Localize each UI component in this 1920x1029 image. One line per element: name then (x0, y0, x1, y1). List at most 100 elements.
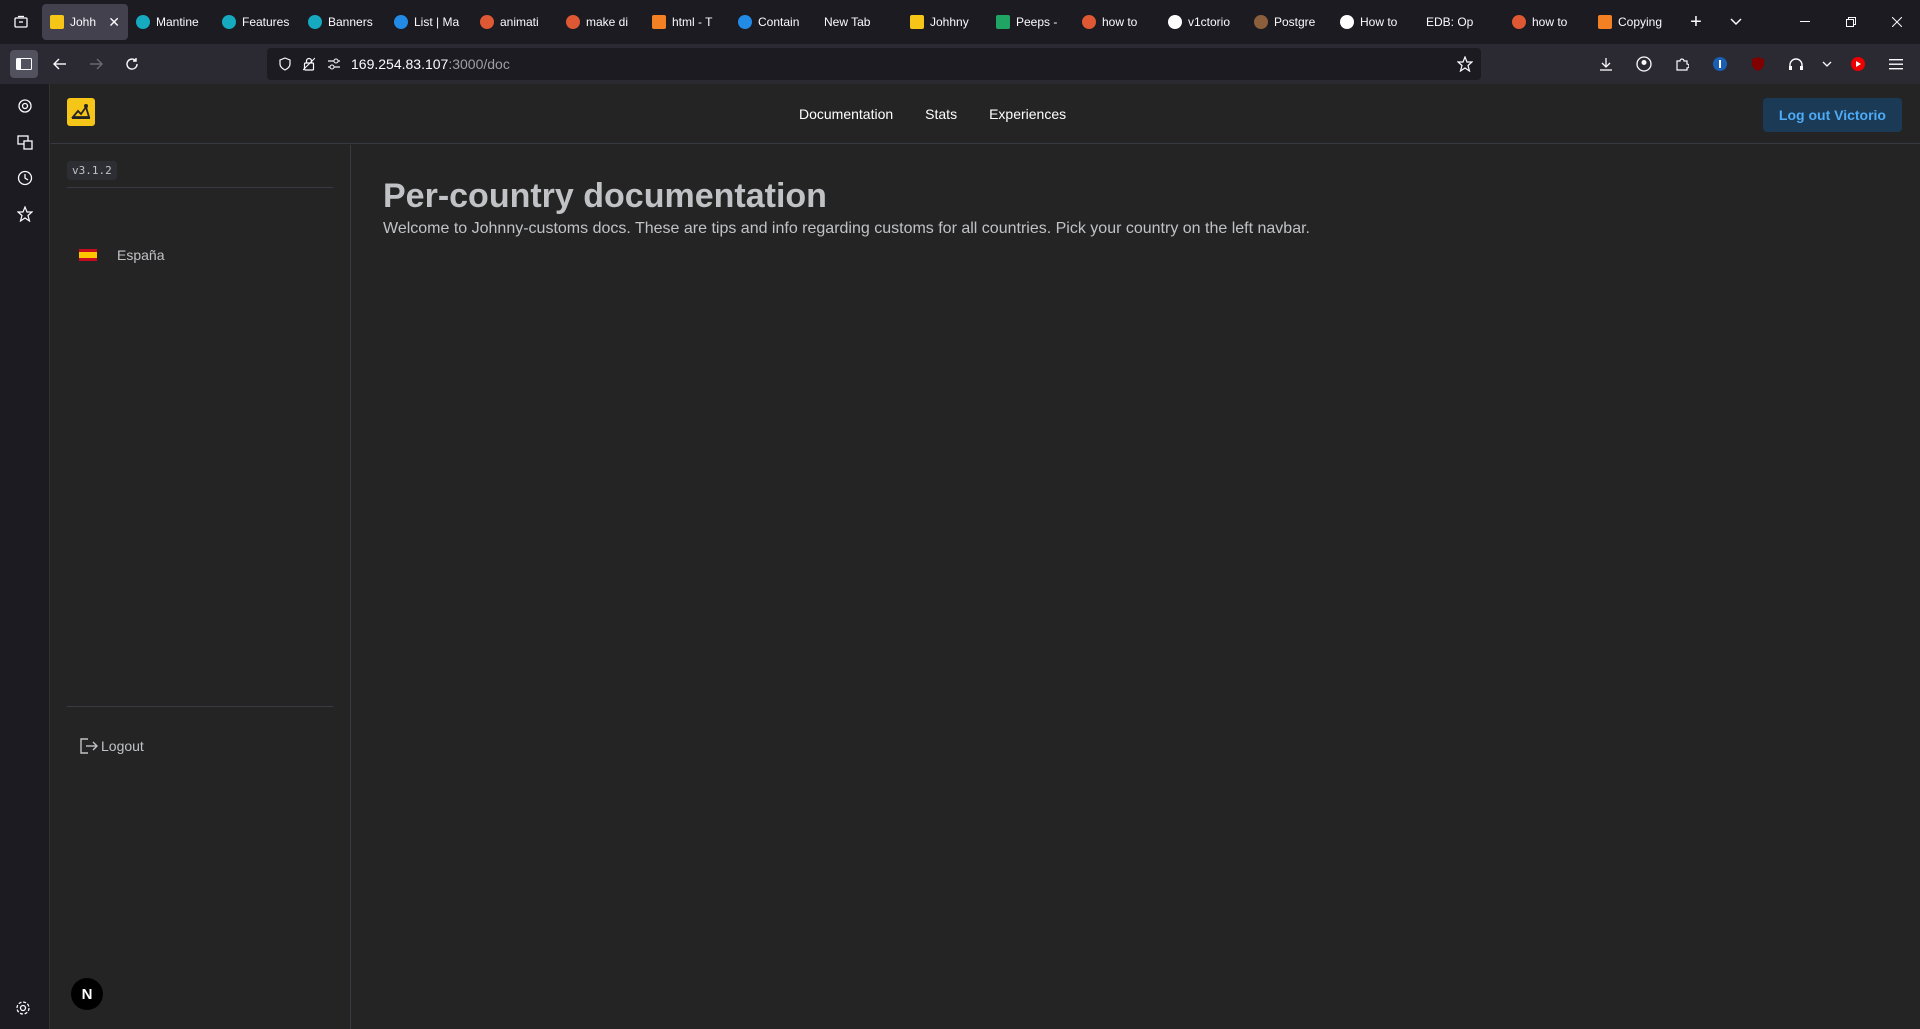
country-navbar: v3.1.2 España Logout N (51, 145, 351, 1029)
johnny-favicon-icon (910, 15, 924, 29)
url-path: :3000/doc (448, 56, 510, 72)
tab-label: List | Ma (414, 15, 460, 29)
app-shell: Documentation Stats Experiences Log out … (51, 84, 1920, 1029)
tab-label: v1ctorio (1188, 15, 1231, 29)
tab-html[interactable]: html - T (644, 4, 730, 40)
mantine-favicon-icon (738, 15, 752, 29)
headphones-icon[interactable] (1782, 50, 1810, 78)
tab-label: html - T (672, 15, 713, 29)
postgres-favicon-icon (1254, 15, 1268, 29)
stackoverflow-favicon-icon (652, 15, 666, 29)
tab-features[interactable]: Features (214, 4, 300, 40)
country-item-espana[interactable]: España (67, 238, 333, 272)
tab-label: Peeps - (1016, 15, 1058, 29)
tab-edb[interactable]: EDB: Op (1418, 4, 1504, 40)
tab-label: Johh (70, 15, 97, 29)
browser-sidebar (0, 84, 50, 1029)
tab-label: New Tab (824, 15, 871, 29)
tab-label: Banners (328, 15, 373, 29)
country-label: España (117, 247, 165, 263)
tab-johnny[interactable]: Johh ✕ (42, 4, 128, 40)
account-icon[interactable] (1630, 50, 1658, 78)
tab-label: Johhny (930, 15, 969, 29)
lock-icon[interactable] (303, 57, 315, 71)
close-window-icon[interactable] (1874, 0, 1920, 44)
sidebar-toggle-icon[interactable] (10, 50, 38, 78)
extensions-icon[interactable] (1668, 50, 1696, 78)
github-favicon-icon (1168, 15, 1182, 29)
address-bar[interactable]: 169.254.83.107:3000/doc (267, 48, 1481, 80)
nav-documentation[interactable]: Documentation (799, 106, 893, 122)
reload-icon[interactable] (118, 50, 146, 78)
tab-github[interactable]: v1ctorio (1160, 4, 1246, 40)
tab-strip: Johh ✕ Mantine Features Banners List | Ma… (42, 0, 1782, 44)
permissions-icon[interactable] (327, 58, 341, 70)
download-icon[interactable] (1592, 50, 1620, 78)
youtube-icon[interactable] (1844, 50, 1872, 78)
tab-postgre[interactable]: Postgre (1246, 4, 1332, 40)
logout-user-button[interactable]: Log out Victorio (1762, 98, 1902, 132)
settings-gear-icon[interactable] (15, 1000, 31, 1021)
tab-how-to-2[interactable]: How to (1332, 4, 1418, 40)
close-icon[interactable]: ✕ (108, 14, 120, 31)
app-logo-icon[interactable] (67, 98, 95, 126)
nav-stats[interactable]: Stats (925, 106, 957, 122)
chatbot-icon[interactable] (0, 88, 50, 124)
tab-list-icon[interactable] (0, 0, 42, 44)
tab-label: Postgre (1274, 15, 1316, 29)
duckduckgo-favicon-icon (480, 15, 494, 29)
nav-experiences[interactable]: Experiences (989, 106, 1066, 122)
bookmarks-icon[interactable] (0, 196, 50, 232)
shield-icon[interactable] (279, 57, 291, 71)
password-manager-icon[interactable] (1706, 50, 1734, 78)
tab-copying[interactable]: Copying (1590, 4, 1676, 40)
back-arrow-icon[interactable] (46, 50, 74, 78)
divider (67, 187, 333, 188)
spain-flag-icon (79, 249, 97, 261)
list-all-tabs-chevron-icon[interactable] (1716, 4, 1756, 40)
ublock-icon[interactable] (1744, 50, 1772, 78)
hamburger-menu-icon[interactable] (1882, 50, 1910, 78)
tab-list[interactable]: List | Ma (386, 4, 472, 40)
browser-nav-bar: 169.254.83.107:3000/doc (0, 44, 1920, 84)
mantine-favicon-icon (394, 15, 408, 29)
history-icon[interactable] (0, 160, 50, 196)
toolbar-right (1592, 50, 1910, 78)
tab-label: animati (500, 15, 539, 29)
stackoverflow-favicon-icon (1598, 15, 1612, 29)
app-header: Documentation Stats Experiences Log out … (51, 84, 1920, 144)
tab-johnny-2[interactable]: Johhny (902, 4, 988, 40)
nextjs-dev-badge-icon[interactable]: N (71, 978, 103, 1010)
sheets-favicon-icon (996, 15, 1010, 29)
tab-banners[interactable]: Banners (300, 4, 386, 40)
doc-content: Per-country documentation Welcome to Joh… (383, 177, 1310, 238)
mantine-favicon-icon (222, 15, 236, 29)
url-host: 169.254.83.107 (351, 56, 449, 72)
restore-icon[interactable] (1828, 0, 1874, 44)
new-tab-button[interactable]: + (1676, 4, 1716, 40)
tab-make[interactable]: make di (558, 4, 644, 40)
tab-label: how to (1102, 15, 1138, 29)
trophy-favicon-icon (1340, 15, 1354, 29)
tab-label: Copying (1618, 15, 1663, 29)
synced-tabs-icon[interactable] (0, 124, 50, 160)
tab-label: how to (1532, 15, 1568, 29)
browser-tab-bar: Johh ✕ Mantine Features Banners List | Ma… (0, 0, 1920, 44)
logout-link[interactable]: Logout (79, 737, 144, 755)
tab-how-to-3[interactable]: how to (1504, 4, 1590, 40)
tab-how-to[interactable]: how to (1074, 4, 1160, 40)
bookmark-star-icon[interactable] (1457, 56, 1473, 72)
tab-mantine[interactable]: Mantine (128, 4, 214, 40)
tab-animati[interactable]: animati (472, 4, 558, 40)
tab-label: Mantine (156, 15, 199, 29)
mantine-favicon-icon (136, 15, 150, 29)
mantine-favicon-icon (308, 15, 322, 29)
page-description: Welcome to Johnny-customs docs. These ar… (383, 220, 1310, 237)
tab-peeps[interactable]: Peeps - (988, 4, 1074, 40)
version-badge: v3.1.2 (67, 161, 117, 180)
tab-new-tab[interactable]: New Tab (816, 4, 902, 40)
tab-contain[interactable]: Contain (730, 4, 816, 40)
forward-arrow-icon[interactable] (82, 50, 110, 78)
chevron-down-icon[interactable] (1820, 50, 1834, 78)
minimize-icon[interactable] (1782, 0, 1828, 44)
